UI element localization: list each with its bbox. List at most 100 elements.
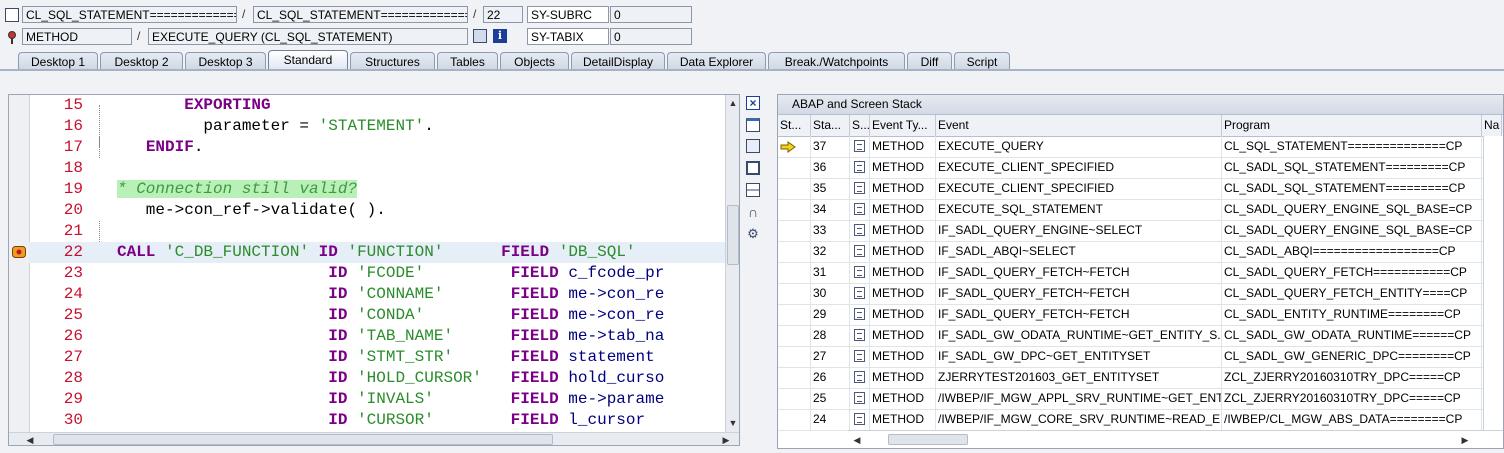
source-doc-icon[interactable]: [854, 161, 865, 173]
code-keyword: ID: [328, 411, 348, 429]
source-doc-icon[interactable]: [854, 245, 865, 257]
column-header[interactable]: Program: [1222, 115, 1482, 136]
stack-vertical-scrollbar[interactable]: [1483, 136, 1503, 432]
column-header[interactable]: Event: [936, 115, 1222, 136]
fold-marker: [99, 221, 100, 242]
tab-structures[interactable]: Structures: [350, 52, 435, 70]
code-text: ENDIF.: [117, 137, 204, 158]
table-row[interactable]: 26 METHOD ZJERRYTEST201603_GET_ENTITYSET ZC…: [778, 367, 1485, 389]
source-doc-icon[interactable]: [854, 287, 865, 299]
scroll-down-icon[interactable]: ▼: [726, 417, 739, 429]
code-text-part: [117, 138, 146, 156]
editor-horizontal-scrollbar[interactable]: ◀ ▶: [9, 432, 739, 445]
source-doc-icon[interactable]: [854, 350, 865, 362]
event-name: IF_SADL_QUERY_ENGINE~SELECT: [936, 220, 1222, 241]
source-doc-icon[interactable]: [854, 371, 865, 383]
source-doc-icon[interactable]: [854, 224, 865, 236]
scroll-right-icon[interactable]: ▶: [719, 434, 733, 445]
column-header[interactable]: St...: [778, 115, 811, 136]
source-doc-icon[interactable]: [854, 182, 865, 194]
split-icon[interactable]: [746, 183, 760, 197]
source-doc-icon[interactable]: [854, 413, 865, 425]
line-number-field[interactable]: 22: [483, 6, 523, 23]
tab-detaildisplay[interactable]: DetailDisplay: [571, 52, 665, 70]
line-number: 21: [63, 222, 83, 240]
code-line: 17 ENDIF.: [29, 137, 729, 158]
tab-underline: [0, 69, 1504, 71]
source-doc-icon[interactable]: [854, 329, 865, 341]
table-row[interactable]: 25 METHOD/IWBEP/IF_MGW_APPL_SRV_RUNTIME~G…: [778, 388, 1485, 410]
display-object-icon[interactable]: [473, 29, 487, 43]
info-icon[interactable]: i: [493, 29, 507, 43]
table-row[interactable]: 28 METHOD IF_SADL_GW_ODATA_RUNTIME~GET_ENT…: [778, 325, 1485, 347]
copy-icon[interactable]: [746, 139, 760, 153]
table-row[interactable]: 35 METHOD EXECUTE_CLIENT_SPECIFIED CL_SADL_…: [778, 178, 1485, 200]
column-header[interactable]: Sta...: [811, 115, 850, 136]
close-icon[interactable]: ×: [746, 96, 760, 110]
tab-desktop-1[interactable]: Desktop 1: [18, 52, 98, 70]
event-name: /IWBEP/IF_MGW_APPL_SRV_RUNTIME~GET_ENT..…: [936, 388, 1222, 409]
stack-marker-cell: [778, 346, 811, 367]
tab-tables[interactable]: Tables: [437, 52, 498, 70]
event-type-field[interactable]: METHOD: [22, 28, 132, 45]
tab-objects[interactable]: Objects: [500, 52, 569, 70]
tab-desktop-2[interactable]: Desktop 2: [100, 52, 183, 70]
method-icon: [5, 30, 19, 44]
tab-script[interactable]: Script: [954, 52, 1010, 70]
scroll-left-icon[interactable]: ◀: [23, 434, 37, 445]
column-header[interactable]: Event Ty...: [870, 115, 936, 136]
table-row[interactable]: 32 METHOD IF_SADL_ABQI~SELECT CL_SADL_ABQI=…: [778, 241, 1485, 263]
event-type: METHOD: [870, 199, 936, 220]
maximize-icon[interactable]: [746, 161, 760, 175]
breakpoint-gutter[interactable]: [9, 95, 30, 445]
main-program-field[interactable]: CL_SQL_STATEMENT==============CP: [22, 6, 237, 23]
scroll-thumb[interactable]: [888, 434, 968, 445]
tab-diff[interactable]: Diff: [907, 52, 952, 70]
code-field: me->con_re: [568, 285, 665, 303]
column-header[interactable]: Na: [1482, 115, 1502, 136]
table-row[interactable]: 30 METHOD IF_SADL_QUERY_FETCH~FETCH CL_SADL…: [778, 283, 1485, 305]
column-header[interactable]: S...: [850, 115, 870, 136]
code-text: ID 'STMT_STR' FIELD statement: [117, 347, 654, 368]
event-name-field[interactable]: EXECUTE_QUERY (CL_SQL_STATEMENT): [148, 28, 468, 45]
table-row[interactable]: 37 METHOD EXECUTE_QUERY CL_SQL_STATEMENT===…: [778, 136, 1485, 158]
table-row[interactable]: 27 METHOD IF_SADL_GW_DPC~GET_ENTITYSET CL_S…: [778, 346, 1485, 368]
program-name: CL_SADL_ABQI==================CP: [1222, 241, 1482, 262]
tab-data-explorer[interactable]: Data Explorer: [667, 52, 766, 70]
table-row[interactable]: 31 METHOD IF_SADL_QUERY_FETCH~FETCH CL_SADL…: [778, 262, 1485, 284]
program-name: CL_SADL_GW_ODATA_RUNTIME======CP: [1222, 325, 1482, 346]
source-doc-icon[interactable]: [854, 266, 865, 278]
table-row[interactable]: 33 METHOD IF_SADL_QUERY_ENGINE~SELECT CL_SA…: [778, 220, 1485, 242]
source-doc-icon[interactable]: [854, 308, 865, 320]
code-keyword: EXPORTING: [184, 96, 271, 114]
editor-vertical-scrollbar[interactable]: ▲ ▼: [725, 95, 739, 432]
scroll-up-icon[interactable]: ▲: [726, 97, 739, 109]
event-name: IF_SADL_GW_DPC~GET_ENTITYSET: [936, 346, 1222, 367]
program-name: ZCL_ZJERRY20160310TRY_DPC=====CP: [1222, 367, 1482, 388]
table-row[interactable]: 29 METHOD IF_SADL_QUERY_FETCH~FETCH CL_SADL…: [778, 304, 1485, 326]
stack-level: 24: [811, 409, 850, 430]
stack-title: ABAP and Screen Stack: [778, 95, 1503, 115]
tab-break-watchpoints[interactable]: Break./Watchpoints: [768, 52, 905, 70]
settings-icon[interactable]: ⚙: [746, 227, 760, 241]
scroll-left-icon[interactable]: ◀: [850, 434, 864, 446]
source-doc-icon[interactable]: [854, 392, 865, 404]
source-doc-icon[interactable]: [854, 203, 865, 215]
scroll-thumb[interactable]: [727, 205, 739, 265]
table-row[interactable]: 36 METHOD EXECUTE_CLIENT_SPECIFIED CL_SADL_…: [778, 157, 1485, 179]
event-name: ZJERRYTEST201603_GET_ENTITYSET: [936, 367, 1222, 388]
source-doc-icon[interactable]: [854, 140, 865, 152]
source-editor[interactable]: 15 EXPORTING 16 parameter = 'STATEMENT'. 1…: [8, 94, 740, 446]
scroll-right-icon[interactable]: ▶: [1458, 434, 1472, 446]
scroll-thumb[interactable]: [53, 434, 553, 445]
table-row[interactable]: 24 METHOD/IWBEP/IF_MGW_CORE_SRV_RUNTIME~R…: [778, 409, 1485, 431]
code-line: 30 ID 'CURSOR' FIELD l_cursor: [29, 410, 729, 431]
tab-standard[interactable]: Standard: [268, 50, 348, 70]
new-window-icon[interactable]: [746, 118, 760, 132]
table-row[interactable]: 34 METHOD EXECUTE_SQL_STATEMENT CL_SADL_QUE…: [778, 199, 1485, 221]
service-icon[interactable]: ∩: [746, 205, 760, 219]
stack-horizontal-scrollbar[interactable]: ◀ ▶: [848, 430, 1503, 448]
stack-marker-cell: [778, 409, 811, 430]
tab-desktop-3[interactable]: Desktop 3: [185, 52, 266, 70]
include-field[interactable]: CL_SQL_STATEMENT==============CM00F: [253, 6, 468, 23]
